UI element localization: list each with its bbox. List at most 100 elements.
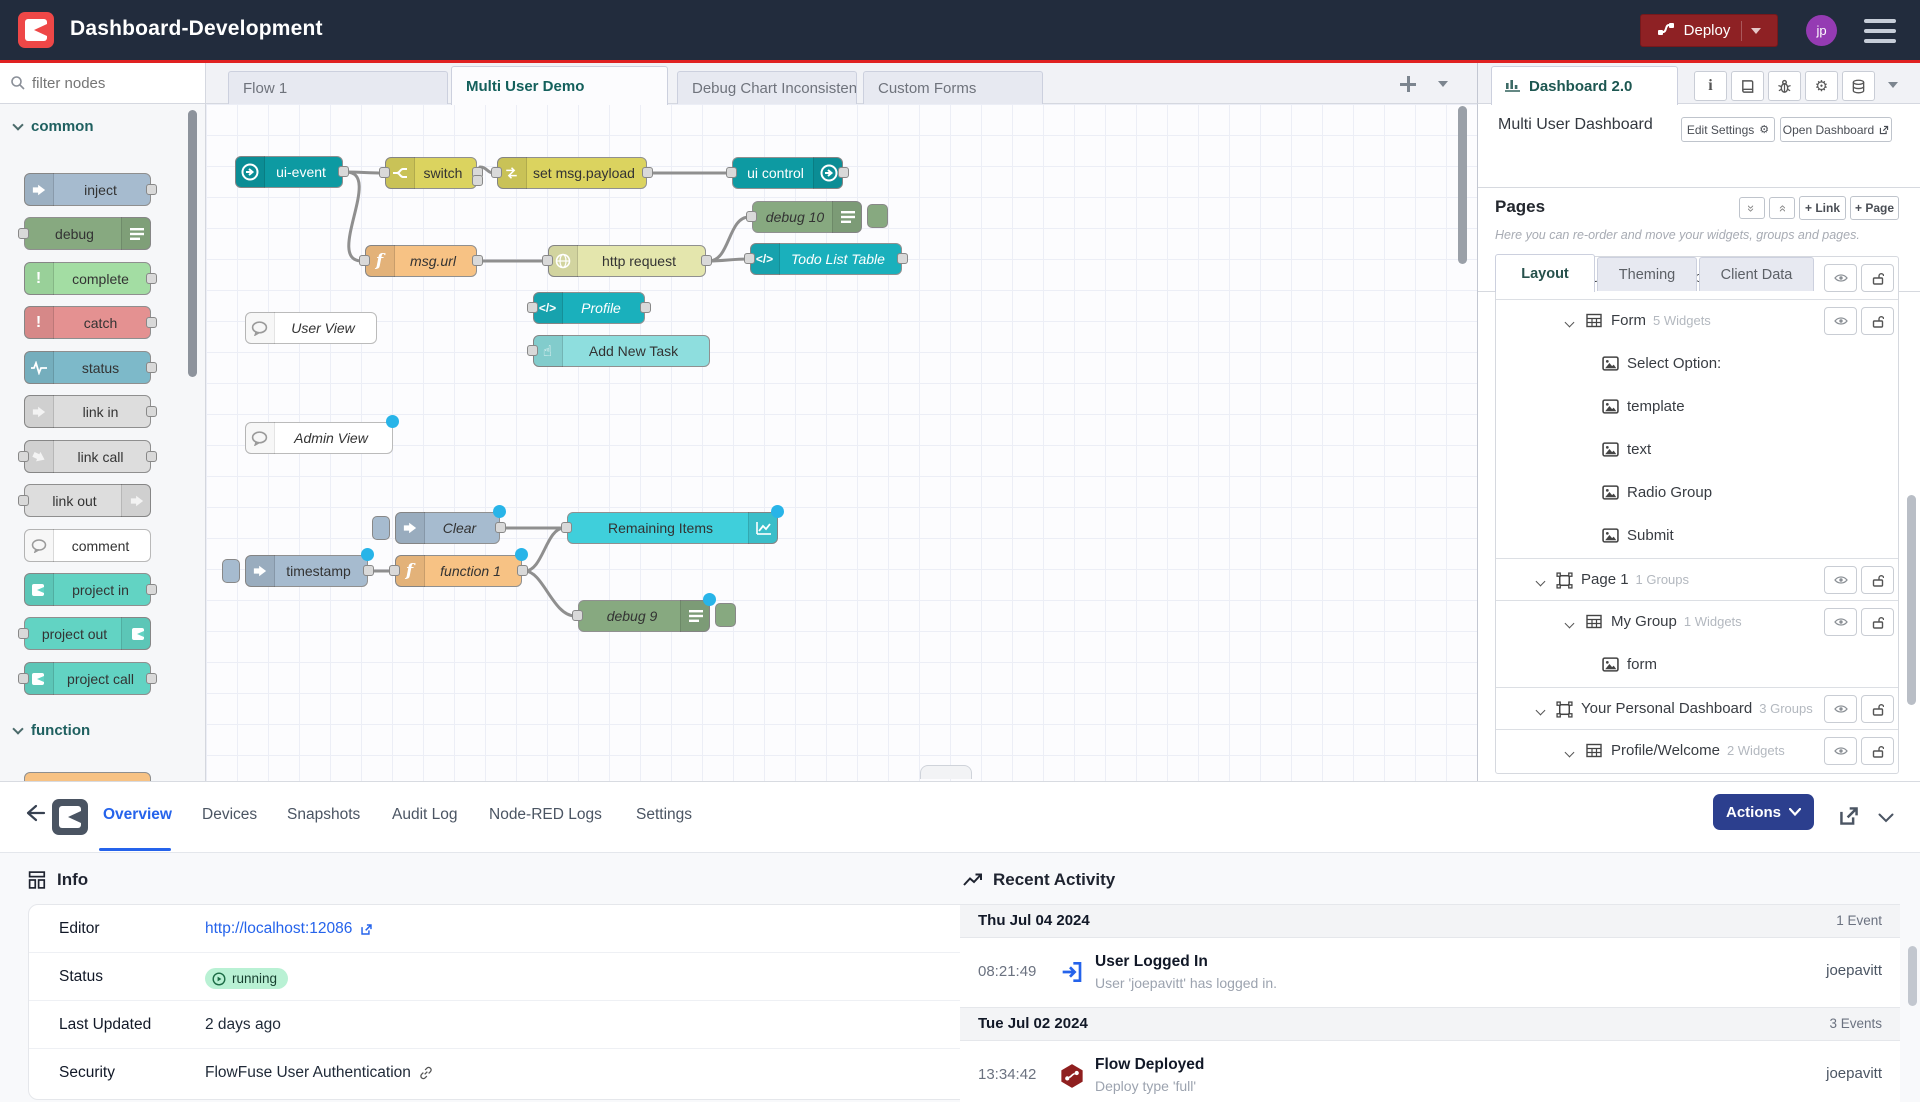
visibility-button[interactable] bbox=[1824, 737, 1857, 765]
main-menu-icon[interactable] bbox=[1864, 19, 1896, 43]
flow-tab-debug-chart[interactable]: Debug Chart Inconsistence S bbox=[677, 71, 857, 104]
flow-tab-multi-user-demo[interactable]: Multi User Demo bbox=[451, 66, 668, 105]
tab-snapshots[interactable]: Snapshots bbox=[287, 806, 360, 824]
tab-devices[interactable]: Devices bbox=[202, 806, 257, 824]
actions-button[interactable]: Actions bbox=[1713, 794, 1814, 830]
lock-button[interactable] bbox=[1861, 737, 1894, 765]
flow-node-add-new-task[interactable]: ☝ Add New Task bbox=[533, 335, 710, 367]
lock-button[interactable] bbox=[1861, 695, 1894, 723]
edit-settings-button[interactable]: Edit Settings ⚙ bbox=[1681, 117, 1775, 142]
flow-node-function-1[interactable]: f function 1 bbox=[395, 555, 522, 587]
palette-node-project-in[interactable]: project in bbox=[24, 573, 151, 606]
flow-canvas[interactable]: ui-event switch set msg.payload ui contr… bbox=[206, 104, 1477, 781]
flow-tab-custom-forms[interactable]: Custom Forms bbox=[863, 71, 1043, 104]
palette-node-catch[interactable]: ! catch bbox=[24, 306, 151, 339]
config-sidebar-button[interactable]: ⚙ bbox=[1805, 71, 1838, 101]
flow-node-msg-url[interactable]: f msg.url bbox=[365, 245, 477, 277]
visibility-button[interactable] bbox=[1824, 695, 1857, 723]
palette-node-project-out[interactable]: project out bbox=[24, 617, 151, 650]
debug-toggle-button[interactable] bbox=[867, 204, 888, 228]
flow-tab-flow1[interactable]: Flow 1 bbox=[228, 71, 448, 104]
flow-node-admin-view-comment[interactable]: Admin View bbox=[245, 422, 393, 454]
add-page-button[interactable]: + Page bbox=[1850, 196, 1899, 220]
lock-button[interactable] bbox=[1861, 264, 1894, 292]
input-port[interactable] bbox=[572, 610, 583, 621]
tree-row-group[interactable]: My Group1 Widgets bbox=[1496, 601, 1898, 644]
input-port[interactable] bbox=[527, 302, 538, 313]
output-port[interactable] bbox=[472, 255, 483, 266]
open-dashboard-button[interactable]: Open Dashboard bbox=[1780, 117, 1892, 142]
add-flow-button[interactable] bbox=[1398, 74, 1418, 94]
output-port[interactable] bbox=[640, 302, 651, 313]
palette-node-complete[interactable]: ! complete bbox=[24, 262, 151, 295]
input-port[interactable] bbox=[726, 167, 737, 178]
panel-scrollbar[interactable] bbox=[1908, 946, 1917, 1006]
sidebar-tab-theming[interactable]: Theming bbox=[1597, 257, 1697, 291]
sidebar-tab-layout[interactable]: Layout bbox=[1495, 254, 1595, 292]
input-port[interactable] bbox=[542, 255, 553, 266]
output-port-2[interactable] bbox=[472, 175, 483, 186]
search-input[interactable] bbox=[32, 71, 192, 95]
flow-node-remaining-items[interactable]: Remaining Items bbox=[567, 512, 778, 544]
input-port[interactable] bbox=[744, 253, 755, 264]
flow-node-ui-event[interactable]: ui-event bbox=[235, 156, 343, 188]
add-link-button[interactable]: + Link bbox=[1799, 196, 1846, 220]
canvas-scrollbar[interactable] bbox=[1458, 106, 1467, 264]
collapse-all-button[interactable]: » bbox=[1739, 197, 1765, 219]
visibility-button[interactable] bbox=[1824, 566, 1857, 594]
output-port[interactable] bbox=[338, 166, 349, 177]
visibility-button[interactable] bbox=[1824, 264, 1857, 292]
info-sidebar-button[interactable]: i bbox=[1694, 71, 1727, 101]
help-sidebar-button[interactable] bbox=[1731, 71, 1764, 101]
chevron-down-icon[interactable] bbox=[1536, 577, 1546, 587]
chevron-down-icon[interactable] bbox=[1565, 748, 1575, 758]
input-port[interactable] bbox=[561, 522, 572, 533]
open-editor-icon[interactable] bbox=[1838, 805, 1860, 832]
tab-settings[interactable]: Settings bbox=[636, 806, 692, 824]
tab-node-red-logs[interactable]: Node-RED Logs bbox=[489, 806, 602, 824]
expand-all-button[interactable]: » bbox=[1769, 197, 1795, 219]
output-port[interactable] bbox=[363, 565, 374, 576]
palette-category-common[interactable]: common bbox=[14, 118, 94, 135]
input-port[interactable] bbox=[389, 565, 400, 576]
flow-node-timestamp-inject[interactable]: timestamp bbox=[245, 555, 368, 587]
lock-button[interactable] bbox=[1861, 307, 1894, 335]
tree-row-widget[interactable]: text bbox=[1496, 429, 1898, 472]
tree-row-page[interactable]: Your Personal Dashboard3 Groups bbox=[1496, 687, 1898, 730]
palette-node-inject[interactable]: inject bbox=[24, 173, 151, 206]
flow-list-caret-icon[interactable] bbox=[1438, 81, 1448, 87]
input-port[interactable] bbox=[379, 167, 390, 178]
inject-button[interactable] bbox=[372, 516, 390, 540]
tree-row-group[interactable]: Form5 Widgets bbox=[1496, 300, 1898, 343]
collapse-panel-icon[interactable] bbox=[1878, 810, 1894, 828]
editor-link[interactable]: http://localhost:12086 bbox=[205, 920, 352, 938]
output-port[interactable] bbox=[642, 167, 653, 178]
palette-node-status[interactable]: status bbox=[24, 351, 151, 384]
palette-node-link-in[interactable]: link in bbox=[24, 395, 151, 428]
visibility-button[interactable] bbox=[1824, 608, 1857, 636]
external-link-icon[interactable] bbox=[360, 923, 373, 936]
lock-button[interactable] bbox=[1861, 566, 1894, 594]
chevron-down-icon[interactable] bbox=[1565, 318, 1575, 328]
avatar[interactable]: jp bbox=[1806, 15, 1837, 46]
tree-row-page[interactable]: Page 11 Groups bbox=[1496, 558, 1898, 601]
output-port[interactable] bbox=[701, 255, 712, 266]
input-port[interactable] bbox=[746, 211, 757, 222]
visibility-button[interactable] bbox=[1824, 307, 1857, 335]
output-port[interactable] bbox=[838, 167, 849, 178]
sidebar-scrollbar[interactable] bbox=[1907, 495, 1916, 705]
flow-node-set-msg-payload[interactable]: set msg.payload bbox=[497, 157, 647, 189]
palette-node-link-out[interactable]: link out bbox=[24, 484, 151, 517]
sidebar-menu-caret-icon[interactable] bbox=[1888, 82, 1898, 88]
input-port[interactable] bbox=[359, 255, 370, 266]
deploy-caret-icon[interactable] bbox=[1751, 28, 1761, 34]
output-port[interactable] bbox=[897, 253, 908, 264]
debug-sidebar-button[interactable] bbox=[1768, 71, 1801, 101]
inject-button[interactable] bbox=[222, 559, 240, 583]
tree-row-widget[interactable]: form bbox=[1496, 644, 1898, 687]
chevron-down-icon[interactable] bbox=[1565, 619, 1575, 629]
tree-row-widget[interactable]: Select Option: bbox=[1496, 343, 1898, 386]
input-port[interactable] bbox=[527, 345, 538, 356]
flow-node-clear-inject[interactable]: Clear bbox=[395, 512, 500, 544]
input-port[interactable] bbox=[491, 167, 502, 178]
